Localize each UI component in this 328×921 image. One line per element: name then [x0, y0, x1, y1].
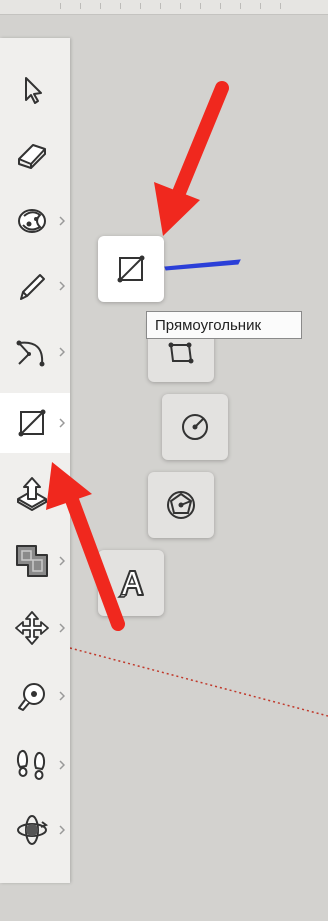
sketchup-viewport[interactable]: Прямоугольник	[0, 0, 328, 921]
red-arrow-top	[154, 81, 229, 236]
red-arrow-bottom	[46, 462, 125, 631]
annotation-arrows	[46, 81, 229, 631]
